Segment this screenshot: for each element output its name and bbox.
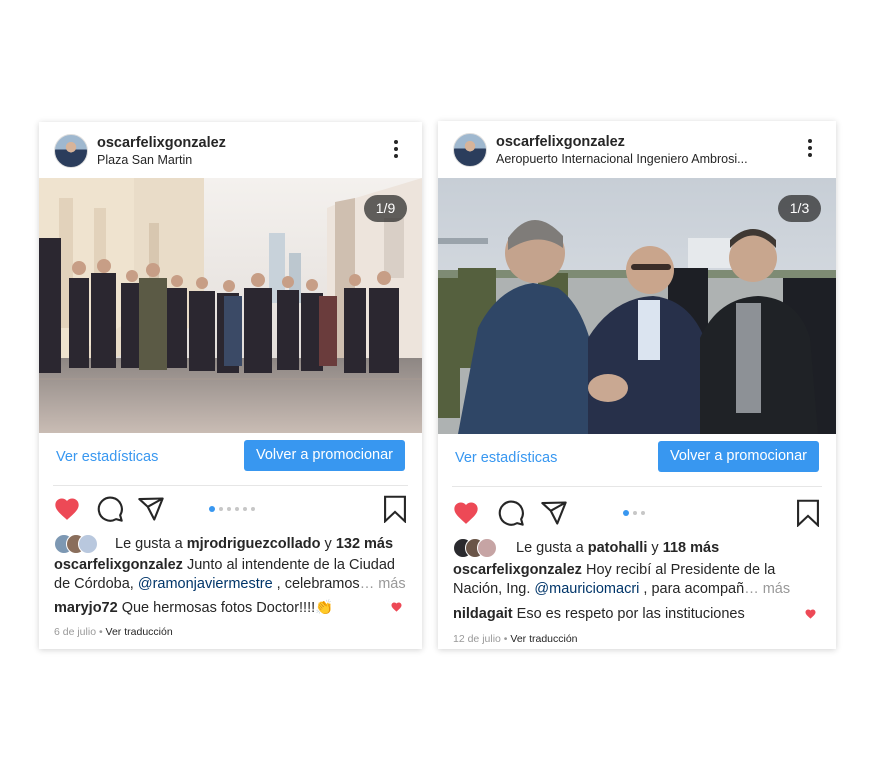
divider (53, 485, 408, 486)
promote-again-button[interactable]: Volver a promocionar (657, 441, 819, 472)
translate-link[interactable]: Ver traducción (510, 633, 577, 645)
likes-joiner: y (647, 540, 663, 556)
likes-summary[interactable]: Le gusta a mjrodriguezcollado y 132 más (54, 534, 407, 556)
likes-text: Le gusta a patohalli y 118 más (516, 540, 719, 556)
liker-avatar (477, 538, 497, 558)
post-location[interactable]: Aeropuerto Internacional Ingeniero Ambro… (496, 152, 748, 166)
share-icon[interactable] (137, 495, 165, 523)
post-username[interactable]: oscarfelixgonzalez (97, 135, 226, 151)
meta-separator: • (500, 633, 511, 645)
carousel-dot (251, 507, 255, 511)
carousel-dot (219, 507, 223, 511)
post-caption: oscarfelixgonzalez Hoy recibí al Preside… (453, 561, 821, 599)
caption-text: , celebramos (272, 576, 360, 592)
comment-heart-icon[interactable] (390, 601, 403, 613)
caption-more-link[interactable]: … más (744, 581, 790, 597)
comment: nildagait Eso es respeto por las institu… (453, 606, 821, 626)
view-insights-link[interactable]: Ver estadísticas (455, 450, 557, 466)
post-caption: oscarfelixgonzalez Junto al intendente d… (54, 556, 407, 594)
caption-username[interactable]: oscarfelixgonzalez (453, 562, 582, 578)
likes-count[interactable]: 132 más (336, 536, 393, 552)
carousel-dot (623, 510, 629, 516)
likes-prefix: Le gusta a (115, 536, 187, 552)
avatar[interactable] (54, 134, 88, 168)
comment-icon[interactable] (96, 495, 124, 523)
more-icon[interactable] (800, 136, 820, 162)
bookmark-icon[interactable] (794, 499, 822, 527)
carousel-dot (209, 506, 215, 512)
carousel-counter: 1/9 (364, 195, 407, 222)
likes-text: Le gusta a mjrodriguezcollado y 132 más (115, 536, 393, 552)
carousel-dot (633, 511, 637, 515)
action-bar (39, 493, 422, 533)
post-header: oscarfelixgonzalez Plaza San Martin (39, 122, 422, 178)
carousel-counter: 1/3 (778, 195, 821, 222)
carousel-dot (235, 507, 239, 511)
divider (452, 486, 822, 487)
more-icon[interactable] (386, 137, 406, 163)
caption-more-link[interactable]: … más (360, 576, 406, 592)
post-photo[interactable]: 1/9 (39, 178, 422, 433)
promotion-bar: Ver estadísticas Volver a promocionar (39, 433, 422, 485)
likes-joiner: y (320, 536, 336, 552)
post-date: 6 de julio (54, 626, 97, 638)
comment-heart-icon[interactable] (804, 608, 817, 620)
post-meta: 12 de julio • Ver traducción (453, 633, 578, 645)
comment-icon[interactable] (497, 499, 525, 527)
action-bar (438, 497, 836, 537)
post-header: oscarfelixgonzalez Aeropuerto Internacio… (438, 121, 836, 177)
meta-separator: • (96, 626, 106, 638)
comment-text: Eso es respeto por las instituciones (516, 606, 745, 622)
carousel-dots (209, 506, 255, 512)
promote-again-button[interactable]: Volver a promocionar (243, 440, 405, 471)
view-insights-link[interactable]: Ver estadísticas (56, 449, 158, 465)
promotion-bar: Ver estadísticas Volver a promocionar (438, 434, 836, 486)
post-date: 12 de julio (453, 633, 501, 645)
caption-mention[interactable]: @mauriciomacri (534, 581, 639, 597)
translate-link[interactable]: Ver traducción (106, 626, 173, 638)
carousel-dot (227, 507, 231, 511)
post-photo[interactable]: 1/3 (438, 178, 836, 434)
liker-username[interactable]: mjrodriguezcollado (187, 536, 321, 552)
liker-avatar (78, 534, 98, 554)
bookmark-icon[interactable] (381, 495, 409, 523)
comment-username[interactable]: nildagait (453, 606, 513, 622)
post-card: oscarfelixgonzalez Aeropuerto Internacio… (438, 121, 836, 649)
heart-icon[interactable] (53, 495, 81, 523)
post-location[interactable]: Plaza San Martin (97, 153, 192, 167)
caption-text: , para acompañ (639, 581, 745, 597)
carousel-dot (243, 507, 247, 511)
caption-username[interactable]: oscarfelixgonzalez (54, 557, 183, 573)
carousel-dots (623, 510, 645, 516)
heart-icon[interactable] (452, 499, 480, 527)
likes-count[interactable]: 118 más (663, 540, 719, 556)
post-meta: 6 de julio • Ver traducción (54, 626, 173, 638)
post-card: oscarfelixgonzalez Plaza San Martin 1/9 … (39, 122, 422, 649)
comment: maryjo72 Que hermosas fotos Doctor!!!!👏 (54, 599, 407, 619)
share-icon[interactable] (540, 499, 568, 527)
comment-username[interactable]: maryjo72 (54, 600, 118, 616)
comment-text: Que hermosas fotos Doctor!!!!👏 (121, 600, 334, 616)
likes-summary[interactable]: Le gusta a patohalli y 118 más (453, 538, 821, 560)
caption-mention[interactable]: @ramonjaviermestre (138, 576, 273, 592)
liker-username[interactable]: patohalli (588, 540, 648, 556)
likes-prefix: Le gusta a (516, 540, 588, 556)
post-username[interactable]: oscarfelixgonzalez (496, 134, 625, 150)
avatar[interactable] (453, 133, 487, 167)
carousel-dot (641, 511, 645, 515)
